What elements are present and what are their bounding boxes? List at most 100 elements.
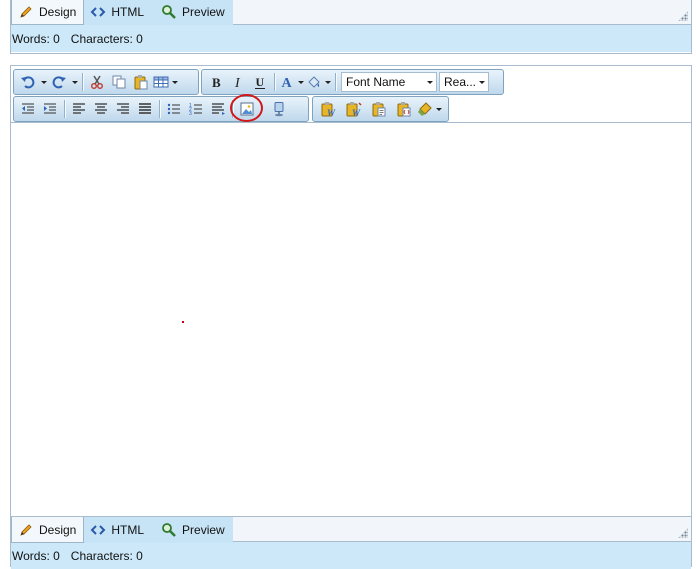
svg-text:3: 3: [189, 111, 192, 117]
highlight-color-button[interactable]: [305, 71, 323, 93]
toolbar-separator: [335, 73, 336, 91]
cut-button[interactable]: [86, 71, 108, 93]
svg-text:W: W: [327, 108, 336, 117]
toolbar-group-edit: [13, 69, 199, 95]
highlight-color-dropdown[interactable]: [323, 71, 332, 93]
table-dropdown[interactable]: [170, 71, 179, 93]
numbered-list-button[interactable]: 123: [185, 98, 207, 120]
paste-plain-text-button[interactable]: [366, 98, 391, 120]
font-color-button[interactable]: A: [278, 71, 296, 93]
redo-button[interactable]: [48, 71, 70, 93]
magnifier-icon: [161, 4, 177, 20]
justify-button[interactable]: [134, 98, 156, 120]
undo-icon: [21, 76, 35, 89]
align-left-button[interactable]: [68, 98, 90, 120]
toolbar-group-format: B I U A Font Name Rea...: [201, 69, 504, 95]
format-stripper-button[interactable]: [416, 98, 434, 120]
word-count: Words: 0: [12, 31, 60, 46]
align-right-icon: [117, 103, 129, 114]
tab-design-label: Design: [39, 4, 77, 19]
font-name-value: Font Name: [346, 75, 406, 89]
chevron-down-icon: [479, 81, 485, 84]
tab-html[interactable]: HTML: [84, 0, 152, 25]
paste-button[interactable]: [130, 71, 152, 93]
font-name-select[interactable]: Font Name: [341, 72, 437, 92]
toolbar-group-paste: W W: [312, 96, 449, 122]
resize-grip[interactable]: [678, 528, 688, 538]
svg-text:U: U: [256, 75, 265, 89]
undo-button[interactable]: [17, 71, 39, 93]
tab-preview[interactable]: Preview: [151, 0, 233, 25]
toolbar-area: B I U A Font Name Rea... 1 2 3 W W: [11, 66, 691, 122]
character-count: Characters: 0: [70, 548, 143, 563]
editor-footer: Design HTML Preview Words: 0 Characters:…: [11, 516, 691, 569]
cut-icon: [91, 75, 103, 89]
underline-button[interactable]: U: [249, 71, 271, 93]
paste-as-html-button[interactable]: [391, 98, 416, 120]
status-bar: Words: 0 Characters: 0: [11, 542, 691, 569]
editor-top: Design HTML Preview Words: 0 Characters:…: [10, 0, 692, 54]
mode-bar: Design HTML Preview: [11, 0, 691, 25]
justify-icon: [139, 103, 151, 114]
italic-icon: I: [234, 76, 241, 90]
font-size-value: Rea...: [444, 75, 477, 89]
pencil-icon: [18, 4, 34, 20]
table-icon: [153, 76, 169, 88]
font-size-select[interactable]: Rea...: [439, 72, 489, 92]
toolbar-separator: [274, 73, 275, 91]
paste-as-html-icon: [397, 102, 410, 117]
align-right-button[interactable]: [112, 98, 134, 120]
paste-from-word-button[interactable]: W: [316, 98, 341, 120]
tab-design-label: Design: [39, 522, 77, 537]
table-button[interactable]: [152, 71, 170, 93]
font-color-icon: A: [282, 76, 293, 90]
redo-icon: [52, 76, 66, 89]
bulleted-list-icon: [167, 103, 180, 115]
paste-icon: [134, 75, 148, 90]
outdent-button[interactable]: [17, 98, 39, 120]
mode-bar: Design HTML Preview: [11, 516, 691, 543]
redo-dropdown[interactable]: [70, 71, 79, 93]
insert-media-icon: [274, 102, 284, 117]
toolbar-separator: [159, 100, 160, 118]
resize-grip[interactable]: [678, 11, 688, 21]
content-editable-area[interactable]: [11, 122, 691, 516]
paste-plain-text-icon: [372, 102, 385, 117]
svg-text:A: A: [282, 76, 293, 90]
code-brackets-icon: [90, 4, 106, 20]
tab-preview[interactable]: Preview: [151, 517, 233, 543]
bulleted-list-button[interactable]: [163, 98, 185, 120]
toolbar-separator: [232, 100, 233, 118]
align-center-button[interactable]: [90, 98, 112, 120]
text-caret: [182, 321, 184, 323]
character-count: Characters: 0: [70, 31, 143, 46]
bold-button[interactable]: B: [205, 71, 227, 93]
numbered-list-icon: 123: [189, 103, 202, 117]
paragraph-button[interactable]: [207, 98, 229, 120]
tab-html[interactable]: HTML: [84, 517, 152, 543]
insert-image-icon: [240, 102, 254, 116]
svg-text:B: B: [212, 75, 221, 90]
undo-dropdown[interactable]: [39, 71, 48, 93]
code-brackets-icon: [90, 522, 106, 538]
paste-from-word-clean-button[interactable]: W: [341, 98, 366, 120]
svg-text:W: W: [352, 108, 361, 117]
format-stripper-dropdown[interactable]: [434, 98, 443, 120]
highlight-color-icon: [308, 76, 320, 88]
insert-image-button[interactable]: [230, 94, 263, 122]
font-color-dropdown[interactable]: [296, 71, 305, 93]
toolbar-separator: [64, 100, 65, 118]
status-bar: Words: 0 Characters: 0: [11, 25, 691, 52]
copy-button[interactable]: [108, 71, 130, 93]
tab-design[interactable]: Design: [11, 517, 85, 543]
insert-media-button[interactable]: [268, 98, 290, 120]
underline-icon: U: [255, 75, 265, 89]
paste-from-word-clean-icon: W: [346, 102, 362, 117]
tab-design[interactable]: Design: [11, 0, 85, 25]
align-center-icon: [95, 103, 107, 114]
italic-button[interactable]: I: [227, 71, 249, 93]
editor-main: B I U A Font Name Rea... 1 2 3 W W Desig…: [10, 65, 692, 569]
format-stripper-icon: [418, 102, 432, 116]
indent-button[interactable]: [39, 98, 61, 120]
paste-from-word-icon: W: [321, 102, 336, 117]
